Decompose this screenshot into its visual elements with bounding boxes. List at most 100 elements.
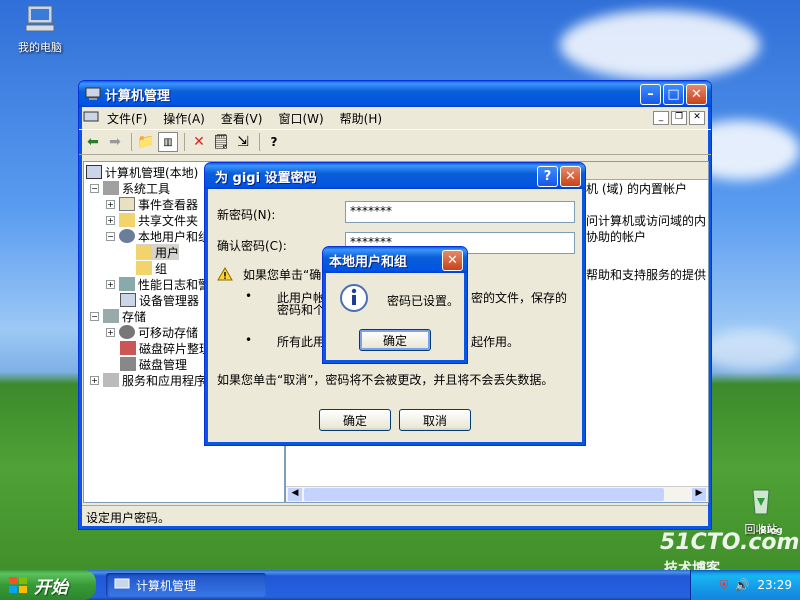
scroll-left-button[interactable]: ◀ (288, 488, 302, 501)
main-window-title: 计算机管理 (105, 88, 171, 104)
expand-icon[interactable]: + (106, 279, 115, 289)
recycle-bin-icon (752, 489, 770, 515)
disk-management-icon (120, 357, 136, 371)
main-title-bar[interactable]: 计算机管理 – □ ✕ (79, 81, 711, 107)
bullet-dot: • (245, 333, 253, 347)
list-item: 帮助和支持服务的提供 (586, 268, 707, 282)
message-box: 本地用户和组 ✕ 密码已设置。 确定 (322, 246, 468, 364)
computer-management-icon (114, 578, 130, 589)
warning-icon (217, 267, 233, 281)
taskbar-task-label: 计算机管理 (136, 578, 197, 593)
collapse-icon[interactable]: − (106, 231, 115, 241)
tree-shared-folders[interactable]: + 共享文件夹 (106, 212, 198, 228)
message-box-title-bar[interactable]: 本地用户和组 ✕ (323, 247, 467, 273)
collapse-icon[interactable]: − (90, 311, 99, 321)
tree-disk-defrag[interactable]: 磁盘碎片整理 (120, 340, 211, 356)
volume-icon[interactable]: 🔊 (734, 578, 749, 592)
menu-window[interactable]: 窗口(W) (270, 108, 331, 129)
message-close-button[interactable]: ✕ (442, 250, 463, 271)
event-viewer-icon (119, 197, 135, 211)
menu-bar: 文件(F) 操作(A) 查看(V) 窗口(W) 帮助(H) _ ❐ ✕ (79, 107, 711, 129)
shared-folder-icon (119, 213, 135, 227)
start-button[interactable]: 开始 (0, 570, 96, 600)
tree-removable-storage[interactable]: + 可移动存储 (106, 324, 198, 340)
status-text: 设定用户密码。 (86, 511, 171, 525)
bullet2-text-2: 起作用。 (471, 335, 520, 349)
bullet1-text-3: 密的文件，保存的 (471, 291, 568, 305)
child-minimize-button[interactable]: _ (653, 111, 669, 125)
tools-icon (103, 181, 119, 195)
tree-system-tools[interactable]: − 系统工具 (90, 180, 170, 196)
tree-storage[interactable]: − 存储 (90, 308, 146, 324)
menu-file[interactable]: 文件(F) (99, 108, 155, 129)
up-folder-icon[interactable]: 📁 (136, 132, 156, 152)
clock[interactable]: 23:29 (757, 578, 792, 592)
properties-icon[interactable]: 🗒 (211, 132, 231, 152)
storage-icon (103, 309, 119, 323)
new-password-field[interactable]: ******* (345, 201, 575, 223)
minimize-button[interactable]: – (640, 84, 661, 105)
computer-management-icon (86, 165, 102, 179)
delete-icon[interactable]: ✕ (189, 132, 209, 152)
password-cancel-button[interactable]: 取消 (399, 409, 471, 431)
start-label: 开始 (34, 577, 68, 598)
confirm-password-label: 确认密码(C): (217, 239, 287, 253)
scroll-right-button[interactable]: ▶ (692, 488, 706, 501)
menu-view[interactable]: 查看(V) (213, 108, 271, 129)
computer-management-icon (85, 87, 101, 100)
dialog-close-button[interactable]: ✕ (560, 166, 581, 187)
export-list-icon[interactable]: ⇲ (233, 132, 253, 152)
expand-icon[interactable]: + (106, 199, 115, 209)
performance-icon (119, 277, 135, 291)
message-ok-button[interactable]: 确定 (359, 329, 431, 351)
dialog-help-button[interactable]: ? (537, 166, 558, 187)
maximize-button[interactable]: □ (663, 84, 684, 105)
system-tray: ⛨ 🔊 23:29 (690, 570, 800, 600)
mmc-icon (83, 111, 99, 122)
my-computer-desktop-icon[interactable]: 我的电脑 (5, 4, 75, 55)
password-dialog-title: 为 gigi 设置密码 (215, 170, 317, 186)
taskbar-computer-management[interactable]: 计算机管理 (106, 573, 266, 597)
security-shield-icon[interactable]: ⛨ (719, 578, 728, 593)
watermark-blog: Blog (760, 526, 783, 536)
tree-groups[interactable]: 组 (136, 260, 167, 276)
cancel-note: 如果您单击“取消”，密码将不会被更改，并且将不会丢失数据。 (217, 373, 554, 387)
expand-icon[interactable]: + (106, 327, 115, 337)
bullet-dot: • (245, 289, 253, 303)
password-ok-button[interactable]: 确定 (319, 409, 391, 431)
tree-event-viewer[interactable]: + 事件查看器 (106, 196, 198, 212)
new-password-label: 新密码(N): (217, 208, 276, 222)
child-restore-button[interactable]: ❐ (671, 111, 687, 125)
scroll-thumb[interactable] (304, 488, 664, 501)
password-dialog-title-bar[interactable]: 为 gigi 设置密码 ? ✕ (205, 163, 585, 189)
tree-root[interactable]: 计算机管理(本地) (86, 164, 198, 180)
tree-disk-management[interactable]: 磁盘管理 (120, 356, 187, 372)
tree-device-manager[interactable]: 设备管理器 (120, 292, 199, 308)
tree-users[interactable]: 用户 (136, 244, 180, 260)
horizontal-scrollbar[interactable]: ◀ ▶ (286, 486, 708, 502)
message-text: 密码已设置。 (387, 294, 460, 308)
menu-help[interactable]: 帮助(H) (332, 108, 390, 129)
services-icon (103, 373, 119, 387)
bullet1-text-2: 密码和个 (277, 303, 326, 317)
defrag-icon (120, 341, 136, 355)
tree-local-users-groups[interactable]: − 本地用户和组 (106, 228, 210, 244)
back-arrow-icon[interactable]: ⬅ (83, 132, 103, 152)
collapse-icon[interactable]: − (90, 183, 99, 193)
show-tree-icon[interactable]: ▥ (158, 132, 178, 152)
bullet2-text: 所有此用 (277, 335, 326, 349)
close-button[interactable]: ✕ (686, 84, 707, 105)
tree-services-apps[interactable]: + 服务和应用程序 (90, 372, 206, 388)
forward-arrow-icon[interactable]: ➡ (105, 132, 125, 152)
list-item: 协助的帐户 (586, 230, 647, 244)
expand-icon[interactable]: + (106, 215, 115, 225)
child-close-button[interactable]: ✕ (689, 111, 705, 125)
my-computer-label: 我的电脑 (18, 41, 62, 54)
expand-icon[interactable]: + (90, 375, 99, 385)
menu-action[interactable]: 操作(A) (155, 108, 213, 129)
tree-performance-logs[interactable]: + 性能日志和警 (106, 276, 210, 292)
help-icon[interactable]: ? (264, 132, 284, 152)
folder-icon (136, 261, 152, 275)
status-bar: 设定用户密码。 (82, 505, 708, 525)
device-manager-icon (120, 293, 136, 307)
